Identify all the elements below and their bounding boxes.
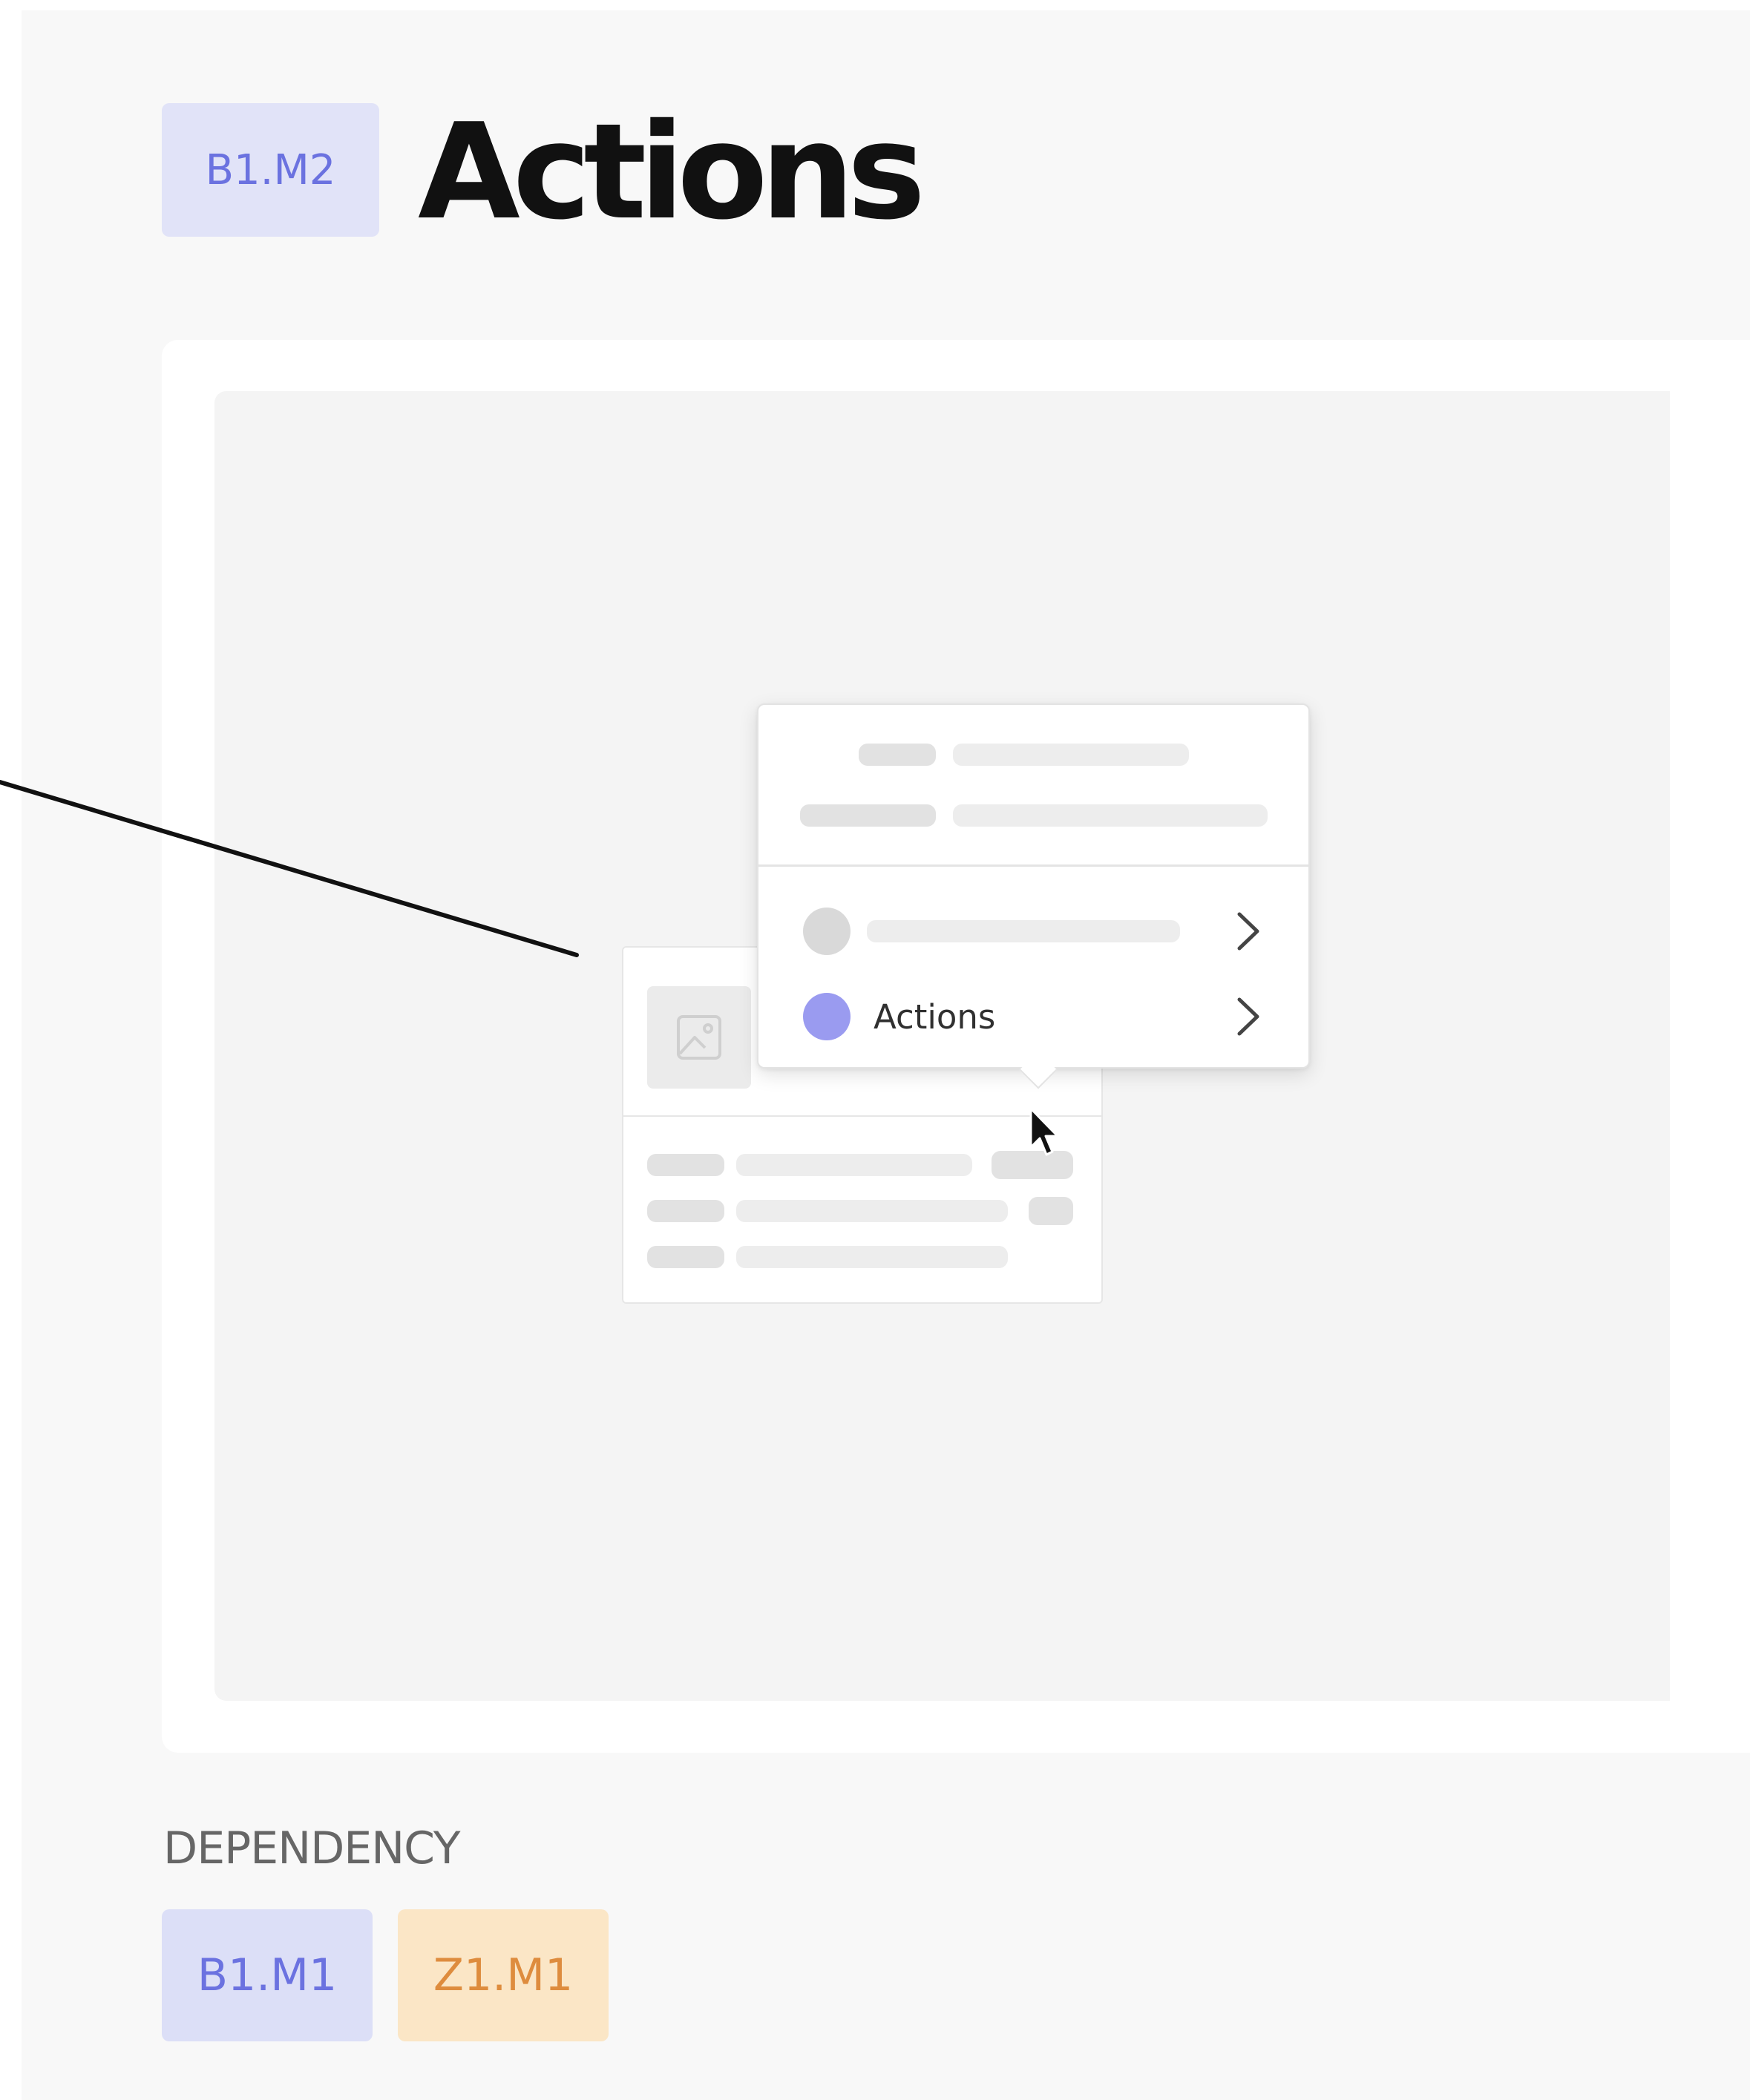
context-menu-popover: Actions — [757, 703, 1310, 1089]
menu-item-dot — [803, 993, 851, 1040]
image-placeholder — [647, 986, 751, 1089]
chevron-right-icon — [1237, 997, 1259, 1036]
popover-divider — [758, 864, 1308, 867]
skeleton-bar — [867, 920, 1180, 942]
skeleton-bar — [953, 744, 1189, 766]
module-code-badge: B1.M2 — [162, 103, 379, 237]
image-icon — [677, 1015, 721, 1060]
mouse-cursor-icon — [1029, 1107, 1059, 1156]
dependency-badge-b1-m1[interactable]: B1.M1 — [162, 1909, 373, 2041]
chevron-right-icon — [1237, 912, 1259, 951]
skeleton-bar — [1029, 1197, 1073, 1225]
page-title: Actions — [418, 95, 925, 249]
skeleton-bar — [736, 1246, 1008, 1268]
skeleton-bar — [647, 1246, 724, 1268]
skeleton-bar — [736, 1154, 972, 1176]
skeleton-bar — [647, 1154, 724, 1176]
skeleton-bar — [859, 744, 936, 766]
skeleton-bar — [736, 1200, 1008, 1222]
skeleton-bar — [953, 804, 1268, 827]
skeleton-bar — [647, 1200, 724, 1222]
menu-item-placeholder[interactable] — [758, 890, 1308, 972]
skeleton-bar — [800, 804, 936, 827]
menu-item-actions[interactable]: Actions — [758, 976, 1308, 1057]
dependency-badge-z1-m1[interactable]: Z1.M1 — [398, 1909, 609, 2041]
menu-item-dot — [803, 908, 851, 955]
menu-item-label: Actions — [874, 997, 996, 1037]
dependency-section-label: DEPENDENCY — [163, 1822, 461, 1874]
